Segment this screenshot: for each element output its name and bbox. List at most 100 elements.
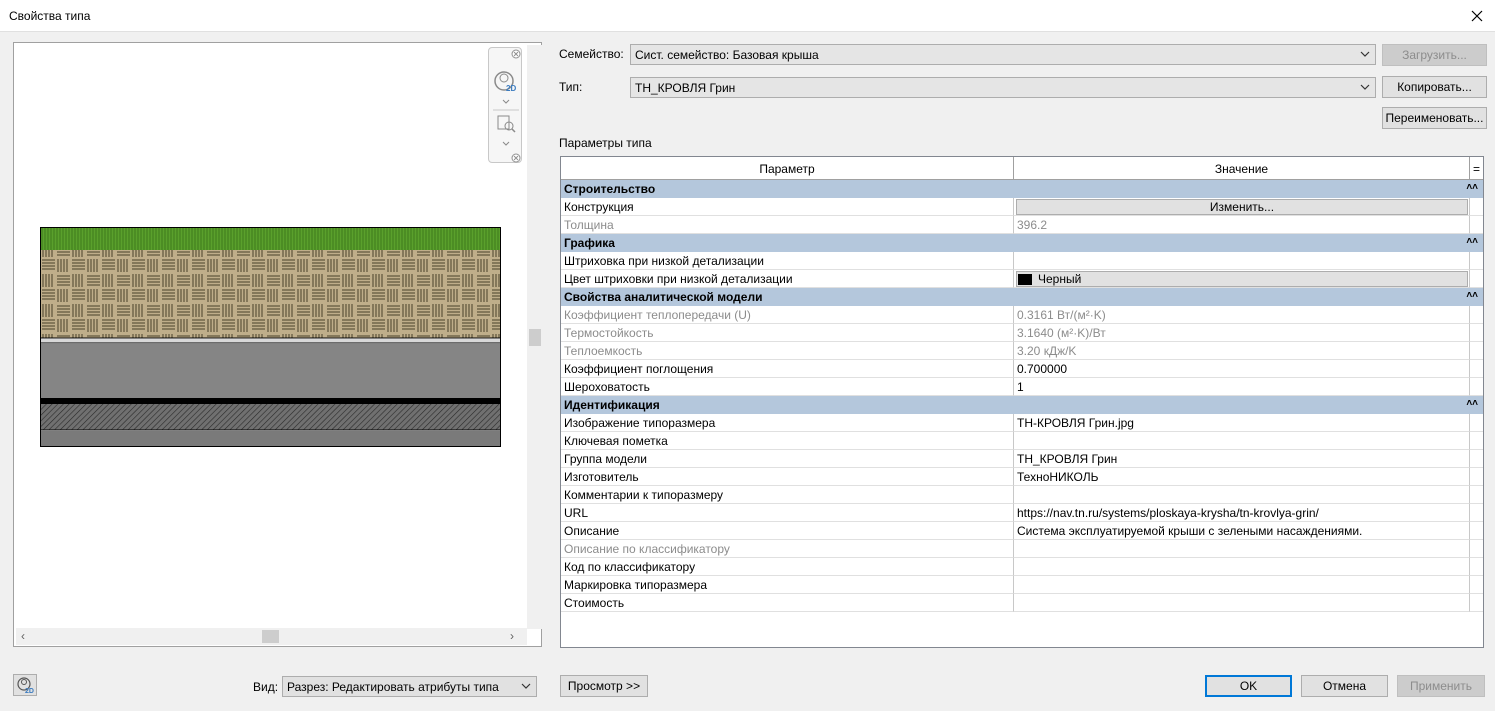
parameter-name: Стоимость	[561, 594, 1014, 612]
family-select[interactable]: Сист. семейство: Базовая крыша	[630, 44, 1376, 65]
parameter-value[interactable]: 0.700000	[1014, 360, 1470, 378]
parameter-value[interactable]	[1014, 576, 1470, 594]
parameter-name: Изображение типоразмера	[561, 414, 1014, 432]
group-header[interactable]: Идентификация ˄˄	[561, 396, 1483, 414]
table-row[interactable]: Изготовитель ТехноНИКОЛЬ	[561, 468, 1483, 486]
column-header-menu[interactable]: =	[1470, 157, 1483, 180]
type-params-label: Параметры типа	[559, 136, 652, 150]
formula-cell	[1470, 198, 1483, 216]
navigation-bar-icons: 2D	[493, 49, 521, 163]
type-select[interactable]: ТН_КРОВЛЯ Грин	[630, 77, 1376, 98]
family-select-value: Сист. семейство: Базовая крыша	[635, 48, 819, 62]
formula-cell	[1470, 504, 1483, 522]
parameter-value[interactable]: https://nav.tn.ru/systems/ploskaya-krysh…	[1014, 504, 1470, 522]
group-header[interactable]: Свойства аналитической модели ˄˄	[561, 288, 1483, 306]
table-row[interactable]: Ключевая пометка	[561, 432, 1483, 450]
edit-structure-button[interactable]: Изменить...	[1016, 199, 1468, 215]
view-select-value: Разрез: Редактировать атрибуты типа	[287, 680, 499, 694]
collapse-icon[interactable]: ˄˄	[1466, 290, 1478, 301]
chevron-down-icon	[521, 683, 531, 689]
table-row[interactable]: Конструкция Изменить...	[561, 198, 1483, 216]
table-row[interactable]: Код по классификатору	[561, 558, 1483, 576]
family-label: Семейство:	[559, 47, 624, 61]
table-row[interactable]: Описание Система эксплуатируемой крыши с …	[561, 522, 1483, 540]
parameter-value[interactable]: ТехноНИКОЛЬ	[1014, 468, 1470, 486]
table-body: Строительство ˄˄ Конструкция Изменить... Тол…	[561, 180, 1483, 612]
preview-pane[interactable]: 2D ‹ ›	[13, 42, 542, 647]
table-row[interactable]: Штриховка при низкой детализации	[561, 252, 1483, 270]
table-row[interactable]: Толщина 396.2	[561, 216, 1483, 234]
rename-button[interactable]: Переименовать...	[1382, 107, 1487, 129]
table-row[interactable]: Изображение типоразмера ТН-КРОВЛЯ Грин.jp…	[561, 414, 1483, 432]
collapse-icon[interactable]: ˄˄	[1466, 182, 1478, 193]
column-header-parameter[interactable]: Параметр	[561, 157, 1014, 180]
table-row[interactable]: Шероховатость 1	[561, 378, 1483, 396]
view-2d-button[interactable]: 2D	[13, 674, 37, 696]
roof-layers-drawing	[41, 228, 500, 446]
formula-cell	[1470, 342, 1483, 360]
parameter-value[interactable]: Изменить...	[1014, 198, 1470, 216]
roof-cross-section	[40, 227, 501, 447]
vertical-scroll-thumb[interactable]	[529, 329, 541, 346]
table-row[interactable]: Термостойкость 3.1640 (м²·K)/Вт	[561, 324, 1483, 342]
horizontal-scroll-thumb[interactable]	[262, 630, 279, 643]
group-title: Свойства аналитической модели	[564, 290, 763, 304]
parameter-name: Код по классификатору	[561, 558, 1014, 576]
navigation-bar[interactable]: 2D	[488, 47, 522, 163]
group-header[interactable]: Графика ˄˄	[561, 234, 1483, 252]
parameter-value[interactable]	[1014, 432, 1470, 450]
color-picker-button[interactable]: Черный	[1016, 271, 1468, 287]
table-row[interactable]: Коэффициент поглощения 0.700000	[561, 360, 1483, 378]
load-button[interactable]: Загрузить...	[1382, 44, 1487, 66]
parameter-name: Толщина	[561, 216, 1014, 234]
formula-cell	[1470, 450, 1483, 468]
type-parameters-table[interactable]: Параметр Значение = Строительство ˄˄ Конст…	[560, 156, 1484, 648]
view-2d-icon: 2D	[17, 677, 34, 695]
parameter-value[interactable]	[1014, 558, 1470, 576]
view-select[interactable]: Разрез: Редактировать атрибуты типа	[282, 676, 537, 697]
table-row[interactable]: Цвет штриховки при низкой детализации Чер…	[561, 270, 1483, 288]
scroll-left-icon[interactable]: ‹	[21, 629, 25, 643]
parameter-value[interactable]: 1	[1014, 378, 1470, 396]
table-row[interactable]: Маркировка типоразмера	[561, 576, 1483, 594]
parameter-value[interactable]: ТН_КРОВЛЯ Грин	[1014, 450, 1470, 468]
formula-cell	[1470, 576, 1483, 594]
parameter-value[interactable]	[1014, 486, 1470, 504]
group-header[interactable]: Строительство ˄˄	[561, 180, 1483, 198]
parameter-name: Маркировка типоразмера	[561, 576, 1014, 594]
preview-vertical-scrollbar[interactable]	[527, 45, 542, 629]
cancel-button[interactable]: Отмена	[1301, 675, 1388, 697]
collapse-icon[interactable]: ˄˄	[1466, 398, 1478, 409]
apply-button[interactable]: Применить	[1397, 675, 1485, 697]
table-row[interactable]: Коэффициент теплопередачи (U) 0.3161 Вт/(…	[561, 306, 1483, 324]
parameter-name: Комментарии к типоразмеру	[561, 486, 1014, 504]
parameter-value[interactable]	[1014, 252, 1470, 270]
parameter-value[interactable]: Черный	[1014, 270, 1470, 288]
table-row[interactable]: Стоимость	[561, 594, 1483, 612]
formula-cell	[1470, 378, 1483, 396]
parameter-value: 0.3161 Вт/(м²·K)	[1014, 306, 1470, 324]
parameter-name: URL	[561, 504, 1014, 522]
chevron-down-icon	[1360, 84, 1370, 90]
table-row[interactable]: Группа модели ТН_КРОВЛЯ Грин	[561, 450, 1483, 468]
preview-toggle-button[interactable]: Просмотр >>	[560, 675, 648, 697]
formula-cell	[1470, 540, 1483, 558]
preview-canvas[interactable]: 2D	[15, 44, 526, 630]
close-icon[interactable]	[1459, 0, 1495, 32]
parameter-name: Изготовитель	[561, 468, 1014, 486]
parameter-name: Описание по классификатору	[561, 540, 1014, 558]
group-title: Идентификация	[564, 398, 660, 412]
scroll-right-icon[interactable]: ›	[510, 629, 514, 643]
preview-horizontal-scrollbar[interactable]: ‹ ›	[16, 628, 527, 645]
table-row[interactable]: Теплоемкость 3.20 кДж/K	[561, 342, 1483, 360]
ok-button[interactable]: OK	[1205, 675, 1292, 697]
table-row[interactable]: Описание по классификатору	[561, 540, 1483, 558]
column-header-value[interactable]: Значение	[1014, 157, 1470, 180]
collapse-icon[interactable]: ˄˄	[1466, 236, 1478, 247]
parameter-value[interactable]	[1014, 594, 1470, 612]
parameter-value[interactable]: ТН-КРОВЛЯ Грин.jpg	[1014, 414, 1470, 432]
parameter-value[interactable]: Система эксплуатируемой крыши с зелеными…	[1014, 522, 1470, 540]
table-row[interactable]: Комментарии к типоразмеру	[561, 486, 1483, 504]
copy-button[interactable]: Копировать...	[1382, 76, 1487, 98]
table-row[interactable]: URL https://nav.tn.ru/systems/ploskaya-kr…	[561, 504, 1483, 522]
